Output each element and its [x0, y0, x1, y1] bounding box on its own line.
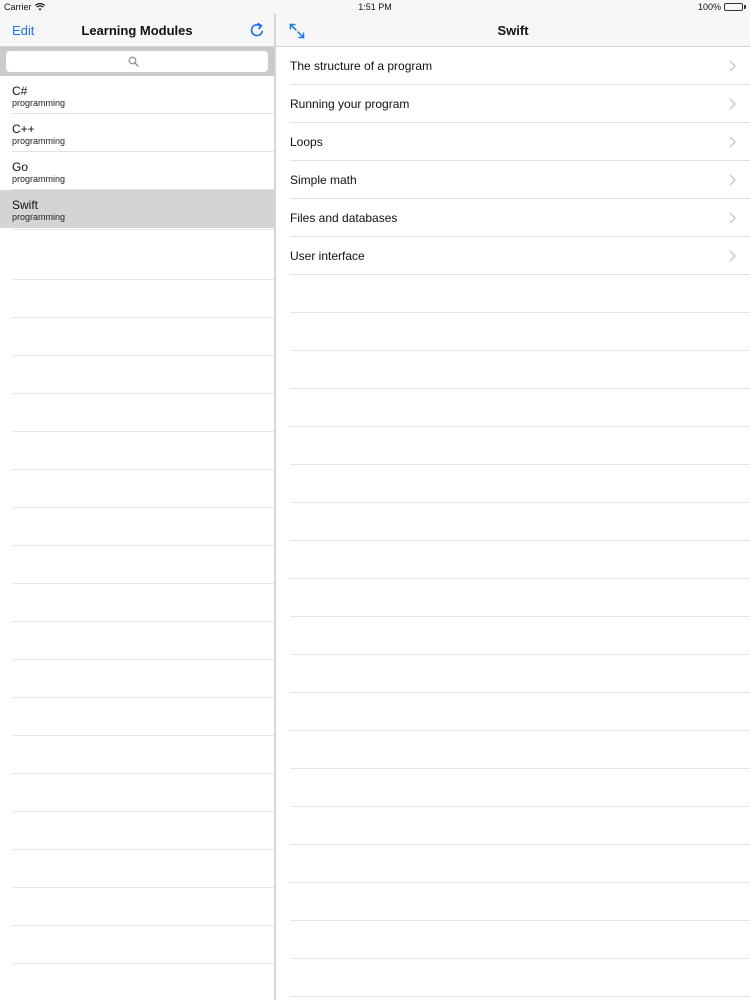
master-navbar: Edit Learning Modules: [0, 14, 274, 47]
module-subtitle: programming: [12, 174, 66, 184]
chevron-right-icon: [729, 136, 736, 148]
topic-item[interactable]: Simple math: [276, 161, 750, 199]
topic-item[interactable]: User interface: [276, 237, 750, 275]
module-name: C++: [12, 122, 35, 136]
clock: 1:51 PM: [358, 2, 392, 12]
topic-list: The structure of a program Running your …: [276, 47, 750, 275]
chevron-right-icon: [729, 250, 736, 262]
topic-item[interactable]: Files and databases: [276, 199, 750, 237]
status-bar: Carrier 1:51 PM 100%: [0, 0, 750, 14]
topic-label: The structure of a program: [290, 59, 433, 73]
chevron-right-icon: [729, 98, 736, 110]
detail-title: Swift: [497, 23, 529, 38]
refresh-icon: [250, 22, 263, 37]
module-item-swift[interactable]: Swift programming: [0, 190, 274, 228]
empty-row-separators: [290, 275, 750, 1000]
search-icon: [128, 56, 139, 67]
module-item-csharp[interactable]: C# programming: [0, 76, 274, 114]
module-name: Go: [12, 160, 29, 174]
search-bar: [0, 47, 274, 76]
topic-item[interactable]: The structure of a program: [276, 47, 750, 85]
module-item-cpp[interactable]: C++ programming: [0, 114, 274, 152]
topic-label: User interface: [290, 249, 365, 263]
chevron-right-icon: [729, 212, 736, 224]
topic-item[interactable]: Running your program: [276, 85, 750, 123]
topic-label: Files and databases: [290, 211, 398, 225]
detail-pane: Swift The structure of a program Running…: [276, 14, 750, 1000]
topic-label: Running your program: [290, 97, 410, 111]
module-subtitle: programming: [12, 136, 66, 146]
topic-item[interactable]: Loops: [276, 123, 750, 161]
module-name: Swift: [12, 198, 39, 212]
module-list: C# programming C++ programming Go progra…: [0, 76, 274, 228]
topic-label: Simple math: [290, 173, 357, 187]
battery-percent: 100%: [697, 2, 721, 12]
module-subtitle: programming: [12, 212, 66, 222]
master-title: Learning Modules: [81, 23, 193, 38]
chevron-right-icon: [729, 60, 736, 72]
master-pane: Edit Learning Modules C# programming C++…: [0, 14, 274, 1000]
module-name: C#: [12, 84, 28, 98]
module-item-go[interactable]: Go programming: [0, 152, 274, 190]
module-subtitle: programming: [12, 98, 66, 108]
chevron-right-icon: [729, 174, 736, 186]
refresh-button[interactable]: [248, 21, 266, 39]
empty-row-separators: [12, 228, 274, 1000]
topic-label: Loops: [290, 135, 323, 149]
battery-icon: [724, 3, 746, 11]
detail-navbar: Swift: [276, 14, 750, 47]
